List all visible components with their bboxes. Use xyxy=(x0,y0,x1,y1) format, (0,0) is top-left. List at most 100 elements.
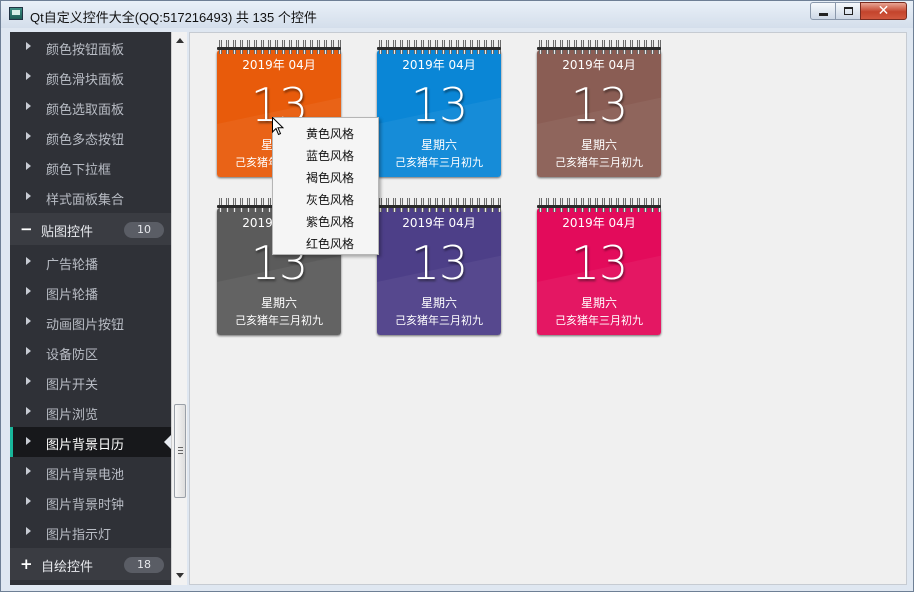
calendar-lunar: 己亥猪年三月初九 xyxy=(395,156,483,169)
expand-icon: + xyxy=(20,555,33,573)
calendar-lunar: 己亥猪年三月初九 xyxy=(555,156,643,169)
close-icon: ✕ xyxy=(877,3,890,19)
calendar-face: 2019年 04月 13 星期六 己亥猪年三月初九 xyxy=(377,208,501,335)
sidebar-group-expanded[interactable]: − 贴图控件 10 xyxy=(10,213,171,245)
sidebar-item-label: 颜色多态按钮 xyxy=(46,133,125,148)
minimize-button[interactable] xyxy=(810,2,836,20)
sidebar-item[interactable]: 颜色按钮面板 xyxy=(10,32,171,62)
close-button[interactable]: ✕ xyxy=(860,2,907,20)
sidebar-item-label: 样式面板集合 xyxy=(46,193,125,208)
group-label: 自绘控件 xyxy=(41,560,94,575)
spiral-binding xyxy=(376,198,502,212)
sidebar-item[interactable]: 设备防区 xyxy=(10,337,171,367)
group-count-badge: 18 xyxy=(124,557,164,573)
spiral-binding xyxy=(376,40,502,54)
calendar-day: 13 xyxy=(410,78,469,132)
app-window: Qt自定义控件大全(QQ:517216493) 共 135 个控件 ✕ 颜色按钮… xyxy=(0,0,914,592)
arrow-right-icon xyxy=(26,162,31,170)
menu-item-brown-style[interactable]: 褐色风格 xyxy=(273,165,378,187)
scroll-down-icon[interactable] xyxy=(176,573,184,578)
group-label: 贴图控件 xyxy=(41,225,94,240)
sidebar-item-label: 设备防区 xyxy=(46,348,99,363)
sidebar-item-label: 颜色滑块面板 xyxy=(46,73,125,88)
sidebar-item[interactable]: 图片指示灯 xyxy=(10,517,171,547)
minimize-icon xyxy=(818,12,828,16)
sidebar-item[interactable]: 动画图片按钮 xyxy=(10,307,171,337)
menu-item-blue-style[interactable]: 蓝色风格 xyxy=(273,143,378,165)
calendar-lunar: 己亥猪年三月初九 xyxy=(235,314,323,327)
content-area: 2019年 04月 13 星期六 己亥猪年三月初九 2019年 04月 13 星… xyxy=(189,32,907,585)
maximize-button[interactable] xyxy=(835,2,861,20)
menu-item-purple-style[interactable]: 紫色风格 xyxy=(273,209,378,231)
calendar-year-month: 2019年 04月 xyxy=(562,216,636,230)
sidebar-item[interactable]: 颜色滑块面板 xyxy=(10,62,171,92)
arrow-right-icon xyxy=(26,407,31,415)
calendar-brown[interactable]: 2019年 04月 13 星期六 己亥猪年三月初九 xyxy=(536,40,662,177)
sidebar-scrollbar[interactable] xyxy=(171,32,187,585)
sidebar-item-label: 动画图片按钮 xyxy=(46,318,125,333)
sidebar-item[interactable]: 图片轮播 xyxy=(10,277,171,307)
calendar-day: 13 xyxy=(570,236,629,290)
menu-item-red-style[interactable]: 红色风格 xyxy=(273,231,378,253)
calendar-purple[interactable]: 2019年 04月 13 星期六 己亥猪年三月初九 xyxy=(376,198,502,335)
sidebar-item-label: 图片指示灯 xyxy=(46,528,112,543)
sidebar-item-label: 颜色下拉框 xyxy=(46,163,112,178)
sidebar-item-label: 图片浏览 xyxy=(46,408,99,423)
spiral-binding xyxy=(536,198,662,212)
calendar-lunar: 己亥猪年三月初九 xyxy=(395,314,483,327)
sidebar-nav: 颜色按钮面板 颜色滑块面板 颜色选取面板 颜色多态按钮 颜色下拉框 样式面板集合… xyxy=(10,32,171,585)
calendar-weekday: 星期六 xyxy=(580,138,617,152)
arrow-right-icon xyxy=(26,377,31,385)
arrow-right-icon xyxy=(26,527,31,535)
calendar-face: 2019年 04月 13 星期六 己亥猪年三月初九 xyxy=(537,50,661,177)
calendar-day: 13 xyxy=(410,236,469,290)
sidebar-item[interactable]: 颜色下拉框 xyxy=(10,152,171,182)
calendar-year-month: 2019年 04月 xyxy=(402,58,476,72)
calendar-weekday: 星期六 xyxy=(260,296,297,310)
arrow-right-icon xyxy=(26,257,31,265)
arrow-right-icon xyxy=(26,102,31,110)
sidebar-item-label: 图片背景电池 xyxy=(46,468,125,483)
sidebar-item-label: 颜色按钮面板 xyxy=(46,43,125,58)
sidebar-item-label: 图片轮播 xyxy=(46,288,99,303)
calendar-year-month: 2019年 04月 xyxy=(562,58,636,72)
sidebar-item[interactable]: 图片背景时钟 xyxy=(10,487,171,517)
scroll-up-icon[interactable] xyxy=(176,38,184,43)
sidebar-item-label: 图片背景日历 xyxy=(46,438,125,453)
arrow-right-icon xyxy=(26,72,31,80)
arrow-right-icon xyxy=(26,437,31,445)
menu-item-gray-style[interactable]: 灰色风格 xyxy=(273,187,378,209)
sidebar-item[interactable]: 图片背景电池 xyxy=(10,457,171,487)
arrow-right-icon xyxy=(26,317,31,325)
scrollbar-thumb[interactable] xyxy=(174,404,186,498)
sidebar-group-collapsed[interactable]: + 自绘控件 18 xyxy=(10,548,171,580)
sidebar-item[interactable]: 图片浏览 xyxy=(10,397,171,427)
selection-caret-icon xyxy=(164,435,171,449)
calendar-blue[interactable]: 2019年 04月 13 星期六 己亥猪年三月初九 xyxy=(376,40,502,177)
app-icon xyxy=(9,7,23,20)
spiral-binding xyxy=(216,40,342,54)
calendar-weekday: 星期六 xyxy=(580,296,617,310)
arrow-right-icon xyxy=(26,287,31,295)
menu-item-yellow-style[interactable]: 黄色风格 xyxy=(273,121,378,143)
arrow-right-icon xyxy=(26,347,31,355)
calendar-red[interactable]: 2019年 04月 13 星期六 己亥猪年三月初九 xyxy=(536,198,662,335)
maximize-icon xyxy=(843,7,853,15)
window-title: Qt自定义控件大全(QQ:517216493) 共 135 个控件 xyxy=(30,10,317,25)
style-context-menu: 黄色风格 蓝色风格 褐色风格 灰色风格 紫色风格 红色风格 xyxy=(272,117,379,255)
arrow-right-icon xyxy=(26,467,31,475)
sidebar-item[interactable]: 颜色多态按钮 xyxy=(10,122,171,152)
arrow-right-icon xyxy=(26,42,31,50)
sidebar-item-selected[interactable]: 图片背景日历 xyxy=(10,427,171,457)
arrow-right-icon xyxy=(26,497,31,505)
sidebar-item[interactable]: 广告轮播 xyxy=(10,247,171,277)
sidebar-item[interactable]: 图片开关 xyxy=(10,367,171,397)
sidebar-item[interactable]: 样式面板集合 xyxy=(10,182,171,212)
sidebar-item-label: 广告轮播 xyxy=(46,258,99,273)
sidebar-item[interactable]: 颜色选取面板 xyxy=(10,92,171,122)
title-bar[interactable]: Qt自定义控件大全(QQ:517216493) 共 135 个控件 ✕ xyxy=(1,1,913,28)
calendar-face: 2019年 04月 13 星期六 己亥猪年三月初九 xyxy=(537,208,661,335)
spiral-binding xyxy=(536,40,662,54)
collapse-icon: − xyxy=(20,220,33,238)
calendar-weekday: 星期六 xyxy=(420,138,457,152)
